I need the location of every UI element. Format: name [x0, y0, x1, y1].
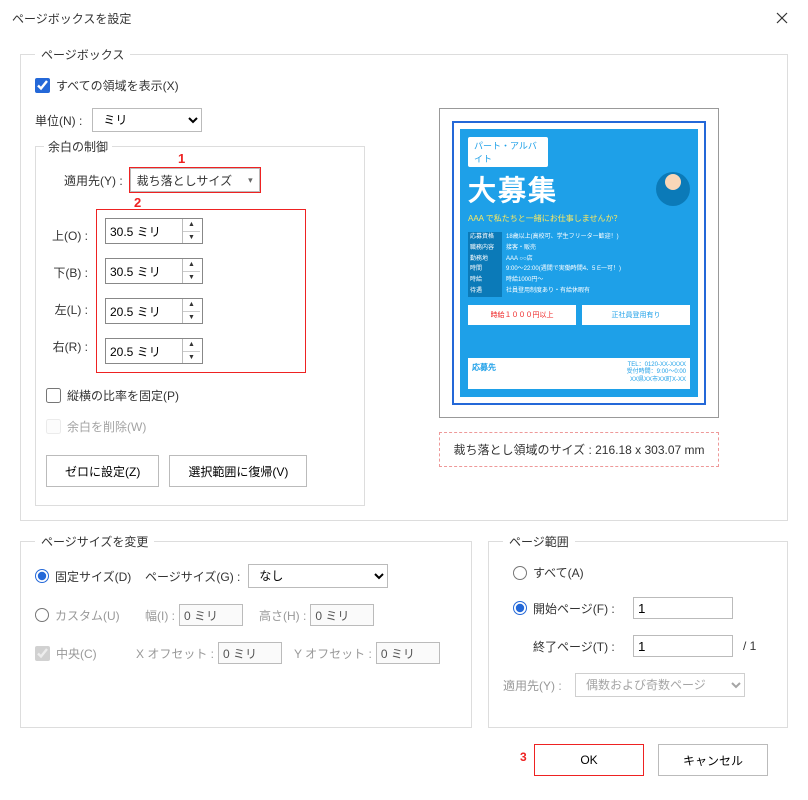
margin-title: 余白の制御: [44, 138, 112, 155]
fixed-size-label: 固定サイズ(D): [55, 568, 145, 585]
margin-top-input[interactable]: ▲▼: [105, 218, 203, 244]
margin-bottom-label: 下(B) :: [46, 264, 88, 281]
center-checkbox: [35, 646, 50, 661]
remove-margin-label: 余白を削除(W): [67, 418, 146, 435]
yoffset-input: [376, 642, 440, 664]
show-all-checkbox[interactable]: [35, 78, 50, 93]
end-page-input[interactable]: [633, 635, 733, 657]
pagerange-group: ページ範囲 すべて(A) 開始ページ(F) : 終了ページ(T) : / 1 適…: [488, 533, 788, 728]
width-input: [179, 604, 243, 626]
spin-down-icon[interactable]: ▼: [183, 352, 200, 364]
cancel-button[interactable]: キャンセル: [658, 744, 768, 776]
margin-right-input[interactable]: ▲▼: [105, 338, 203, 364]
pagebox-legend: ページボックス: [35, 46, 130, 63]
range-apply-label: 適用先(Y) :: [503, 677, 575, 694]
margin-top-label: 上(O) :: [46, 227, 88, 244]
spin-up-icon[interactable]: ▲: [183, 219, 200, 232]
all-pages-label: すべて(A): [533, 564, 584, 581]
custom-size-label: カスタム(U): [55, 607, 145, 624]
height-label: 高さ(H) :: [259, 607, 306, 624]
revert-button[interactable]: 選択範囲に復帰(V): [169, 455, 307, 487]
pagesize-group: ページサイズを変更 固定サイズ(D) ページサイズ(G) : なし カスタム(U…: [20, 533, 472, 728]
spin-up-icon[interactable]: ▲: [183, 339, 200, 352]
annotation-3: 3: [520, 750, 527, 764]
xoffset-input: [218, 642, 282, 664]
close-icon: [776, 12, 788, 24]
show-all-label: すべての領域を表示(X): [56, 77, 179, 94]
pagesize-select[interactable]: なし: [248, 564, 388, 588]
start-page-radio[interactable]: [513, 601, 527, 615]
unit-label: 単位(N) :: [35, 112, 82, 129]
set-zero-button[interactable]: ゼロに設定(Z): [46, 455, 159, 487]
pagebox-group: ページボックス すべての領域を表示(X) 単位(N) : ミリ 余白の制御 1 …: [20, 46, 788, 521]
margin-bottom-input[interactable]: ▲▼: [105, 258, 203, 284]
width-label: 幅(I) :: [145, 607, 175, 624]
lock-ratio-label: 縦横の比率を固定(P): [67, 387, 179, 404]
annotation-2: 2: [134, 195, 141, 210]
custom-size-radio[interactable]: [35, 608, 49, 622]
xoffset-label: X オフセット :: [136, 645, 214, 662]
margin-right-label: 右(R) :: [46, 338, 88, 355]
apply-to-select[interactable]: 裁ち落としサイズ ▾: [130, 168, 260, 192]
page-preview: パート・アルバイト 大募集 AAA で私たちと一緒にお仕事しませんか？ 応募資格…: [439, 108, 719, 418]
chevron-down-icon: ▾: [248, 175, 253, 186]
start-page-label: 開始ページ(F) :: [533, 600, 633, 617]
close-button[interactable]: [768, 4, 796, 32]
bleed-size-info: 裁ち落とし領域のサイズ : 216.18 x 303.07 mm: [439, 432, 719, 467]
yoffset-label: Y オフセット :: [294, 645, 372, 662]
pagesize-combo-label: ページサイズ(G) :: [145, 568, 240, 585]
start-page-input[interactable]: [633, 597, 733, 619]
height-input: [310, 604, 374, 626]
remove-margin-checkbox: [46, 419, 61, 434]
range-apply-select: 偶数および奇数ページ: [575, 673, 745, 697]
titlebar: ページボックスを設定: [0, 0, 808, 36]
apply-to-label: 適用先(Y) :: [64, 172, 123, 189]
center-label: 中央(C): [56, 645, 136, 662]
margin-control-group: 余白の制御 1 2 適用先(Y) : 裁ち落としサイズ ▾ 上(O) :: [35, 146, 365, 506]
spin-down-icon[interactable]: ▼: [183, 272, 200, 284]
spin-up-icon[interactable]: ▲: [183, 299, 200, 312]
flyer-table: 応募資格18歳以上(高校可、学生フリーター歓迎！) 職務内容接客・販売 勤務地A…: [468, 232, 690, 297]
all-pages-radio[interactable]: [513, 566, 527, 580]
fixed-size-radio[interactable]: [35, 569, 49, 583]
page-total: / 1: [743, 639, 756, 653]
margin-left-label: 左(L) :: [46, 301, 88, 318]
preview-flyer: パート・アルバイト 大募集 AAA で私たちと一緒にお仕事しませんか？ 応募資格…: [460, 129, 698, 397]
pagerange-legend: ページ範囲: [503, 533, 575, 550]
lock-ratio-checkbox[interactable]: [46, 388, 61, 403]
window-title: ページボックスを設定: [12, 10, 131, 27]
spin-down-icon[interactable]: ▼: [183, 232, 200, 244]
pagesize-legend: ページサイズを変更: [35, 533, 154, 550]
person-icon: [656, 172, 690, 206]
end-page-label: 終了ページ(T) :: [533, 638, 633, 655]
unit-select[interactable]: ミリ: [92, 108, 202, 132]
spin-up-icon[interactable]: ▲: [183, 259, 200, 272]
margin-left-input[interactable]: ▲▼: [105, 298, 203, 324]
annotation-1: 1: [178, 151, 185, 166]
spin-down-icon[interactable]: ▼: [183, 312, 200, 324]
ok-button[interactable]: OK: [534, 744, 644, 776]
